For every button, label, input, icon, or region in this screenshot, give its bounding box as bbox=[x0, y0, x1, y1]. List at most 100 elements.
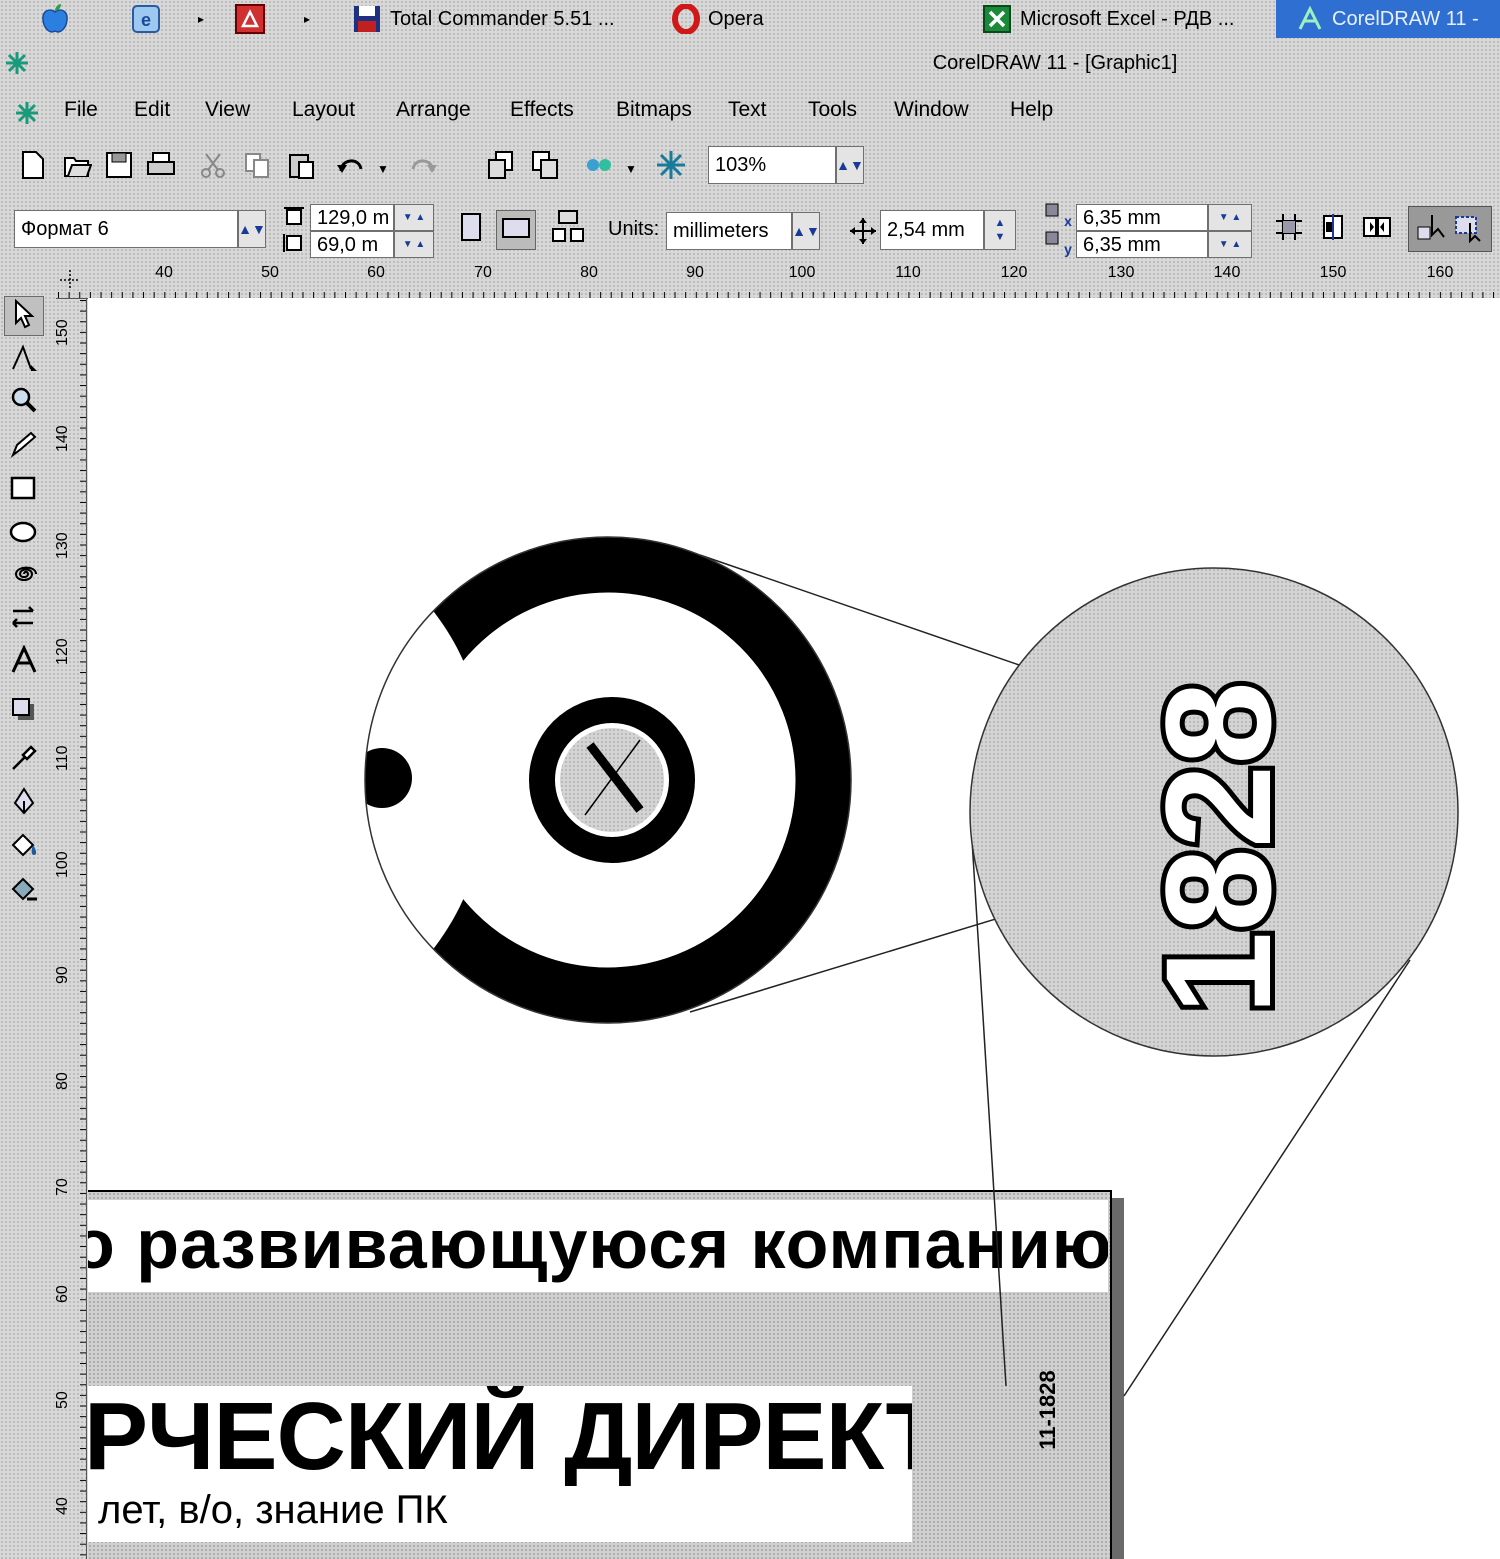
ad-code-text[interactable]: 11-1828 bbox=[1035, 1360, 1065, 1460]
magnified-view-2[interactable]: 1828 bbox=[970, 568, 1458, 1056]
quick-launch-more-2[interactable]: ▸ bbox=[304, 0, 310, 38]
application-launcher[interactable] bbox=[582, 150, 616, 184]
export-icon bbox=[530, 150, 560, 185]
paper-type-select[interactable]: Формат 6 bbox=[14, 210, 238, 248]
rectangle-tool[interactable] bbox=[4, 470, 44, 510]
menu-window[interactable]: Window bbox=[894, 98, 969, 122]
paper-type-dropdown[interactable]: ▲▼ bbox=[238, 210, 266, 248]
page-layout-button[interactable] bbox=[548, 208, 588, 248]
nudge-distance-field[interactable]: 2,54 mm bbox=[880, 210, 984, 250]
menu-bitmaps[interactable]: Bitmaps bbox=[616, 98, 692, 122]
vertical-ruler[interactable]: 150 140 130 120 110 100 90 80 70 60 50 4… bbox=[48, 298, 87, 1559]
save-button[interactable] bbox=[102, 150, 136, 184]
text-tool[interactable] bbox=[4, 642, 44, 682]
quick-launch-acrobat[interactable] bbox=[234, 0, 266, 38]
duplicate-distance-y-field[interactable]: 6,35 mm bbox=[1076, 231, 1208, 258]
menu-view[interactable]: View bbox=[205, 98, 250, 122]
export-button[interactable] bbox=[528, 150, 562, 184]
units-dropdown[interactable]: ▲▼ bbox=[792, 212, 820, 250]
landscape-button[interactable] bbox=[496, 210, 536, 250]
task-label: Microsoft Excel - РДВ ... bbox=[1020, 7, 1235, 30]
cut-button[interactable] bbox=[196, 150, 230, 184]
taskbar: e ▸ ▸ Total Commander 5.51 ... Opera Mic… bbox=[0, 0, 1500, 40]
zoom-level-field[interactable]: 103% bbox=[708, 146, 836, 184]
launcher-dropdown[interactable]: ▼ bbox=[620, 152, 642, 186]
treat-as-filled-button[interactable] bbox=[1408, 206, 1492, 252]
ad-headline-text[interactable]: о развивающуюся компанию bbox=[88, 1200, 1108, 1292]
task-opera[interactable]: Opera bbox=[672, 0, 764, 38]
fill-tool[interactable] bbox=[4, 828, 44, 868]
menu-file[interactable]: File bbox=[64, 98, 98, 122]
corel-online-button[interactable] bbox=[654, 150, 688, 184]
snap-objects-icon bbox=[1362, 212, 1392, 247]
launcher-icon bbox=[583, 151, 615, 184]
quick-launch-more-1[interactable]: ▸ bbox=[198, 0, 204, 38]
task-excel[interactable]: Microsoft Excel - РДВ ... bbox=[982, 0, 1234, 38]
copy-button[interactable] bbox=[240, 150, 274, 184]
menu-edit[interactable]: Edit bbox=[134, 98, 170, 122]
svg-text:e: e bbox=[141, 10, 151, 30]
open-button[interactable] bbox=[60, 150, 94, 184]
floppy-disk-icon bbox=[352, 4, 382, 34]
outline-tool[interactable] bbox=[4, 784, 44, 824]
menu-help[interactable]: Help bbox=[1010, 98, 1053, 122]
ad-title-label: РЧЕСКИЙ ДИРЕКТОР bbox=[88, 1386, 912, 1486]
undo-dropdown[interactable]: ▼ bbox=[372, 152, 394, 186]
duplicate-x-spinner[interactable]: ▼ ▲ bbox=[1208, 204, 1252, 231]
menu-layout[interactable]: Layout bbox=[292, 98, 355, 122]
paper-width-field[interactable]: 129,0 m bbox=[310, 204, 394, 231]
snap-to-objects-button[interactable] bbox=[1360, 212, 1394, 246]
horizontal-ruler[interactable]: 40 50 60 70 80 90 100 110 120 130 140 15… bbox=[56, 262, 1500, 299]
task-total-commander[interactable]: Total Commander 5.51 ... bbox=[352, 0, 615, 38]
paper-width-spinner[interactable]: ▼ ▲ bbox=[394, 204, 434, 231]
chevron-right-icon: ▸ bbox=[304, 12, 311, 26]
new-button[interactable] bbox=[16, 150, 50, 184]
updown-arrow-icon: ▲▼ bbox=[836, 157, 864, 173]
ad-title-text[interactable]: РЧЕСКИЙ ДИРЕКТОР bbox=[88, 1386, 912, 1486]
interactive-fill-tool[interactable] bbox=[4, 872, 44, 912]
menu-tools[interactable]: Tools bbox=[808, 98, 857, 122]
print-button[interactable] bbox=[144, 150, 178, 184]
paste-button[interactable] bbox=[284, 150, 318, 184]
interactive-connector-tool[interactable] bbox=[4, 600, 44, 640]
freehand-tool[interactable] bbox=[4, 426, 44, 466]
start-button[interactable] bbox=[38, 0, 72, 38]
spin-arrows-icon: ▼ ▲ bbox=[1218, 239, 1242, 250]
nudge-spinner[interactable]: ▲ ▼ bbox=[984, 210, 1016, 250]
zoom-level-dropdown[interactable]: ▲▼ bbox=[836, 146, 864, 184]
paper-height-spinner[interactable]: ▼ ▲ bbox=[394, 231, 434, 258]
quick-launch-ie[interactable]: e bbox=[130, 0, 162, 38]
pick-tool[interactable] bbox=[4, 296, 44, 336]
import-button[interactable] bbox=[484, 150, 518, 184]
redo-button[interactable] bbox=[406, 150, 440, 184]
menu-arrange[interactable]: Arrange bbox=[396, 98, 471, 122]
undo-button[interactable] bbox=[334, 150, 368, 184]
duplicate-distance-x-field[interactable]: 6,35 mm bbox=[1076, 204, 1208, 231]
spiral-tool[interactable] bbox=[4, 556, 44, 596]
task-coreldraw[interactable]: CorelDRAW 11 - bbox=[1276, 0, 1500, 38]
excel-icon bbox=[982, 4, 1012, 34]
menu-text[interactable]: Text bbox=[728, 98, 767, 122]
menu-effects[interactable]: Effects bbox=[510, 98, 574, 122]
portrait-button[interactable] bbox=[454, 212, 488, 246]
grid-icon bbox=[1274, 212, 1304, 247]
snap-to-grid-button[interactable] bbox=[1272, 212, 1306, 246]
horizontal-ruler-ticks bbox=[56, 280, 1500, 298]
paper-height-field[interactable]: 69,0 m bbox=[310, 231, 394, 258]
interactive-shadow-tool[interactable] bbox=[4, 692, 44, 732]
document-menu-icon[interactable] bbox=[14, 100, 40, 131]
landscape-page-icon bbox=[501, 217, 531, 244]
eyedropper-tool[interactable] bbox=[4, 740, 44, 780]
toolbox bbox=[0, 294, 48, 914]
eyedropper-icon bbox=[9, 743, 39, 778]
shape-tool[interactable] bbox=[4, 340, 44, 380]
duplicate-y-spinner[interactable]: ▼ ▲ bbox=[1208, 231, 1252, 258]
ellipse-tool[interactable] bbox=[4, 514, 44, 554]
ad-requirements-text[interactable]: лет, в/о, знание ПК bbox=[88, 1486, 912, 1542]
snap-to-guidelines-button[interactable] bbox=[1316, 212, 1350, 246]
coreldraw-icon bbox=[1296, 5, 1324, 33]
task-label: Opera bbox=[708, 7, 764, 30]
units-select[interactable]: millimeters bbox=[666, 212, 792, 250]
zoom-tool[interactable] bbox=[4, 382, 44, 422]
paper-height-icon bbox=[282, 232, 306, 259]
